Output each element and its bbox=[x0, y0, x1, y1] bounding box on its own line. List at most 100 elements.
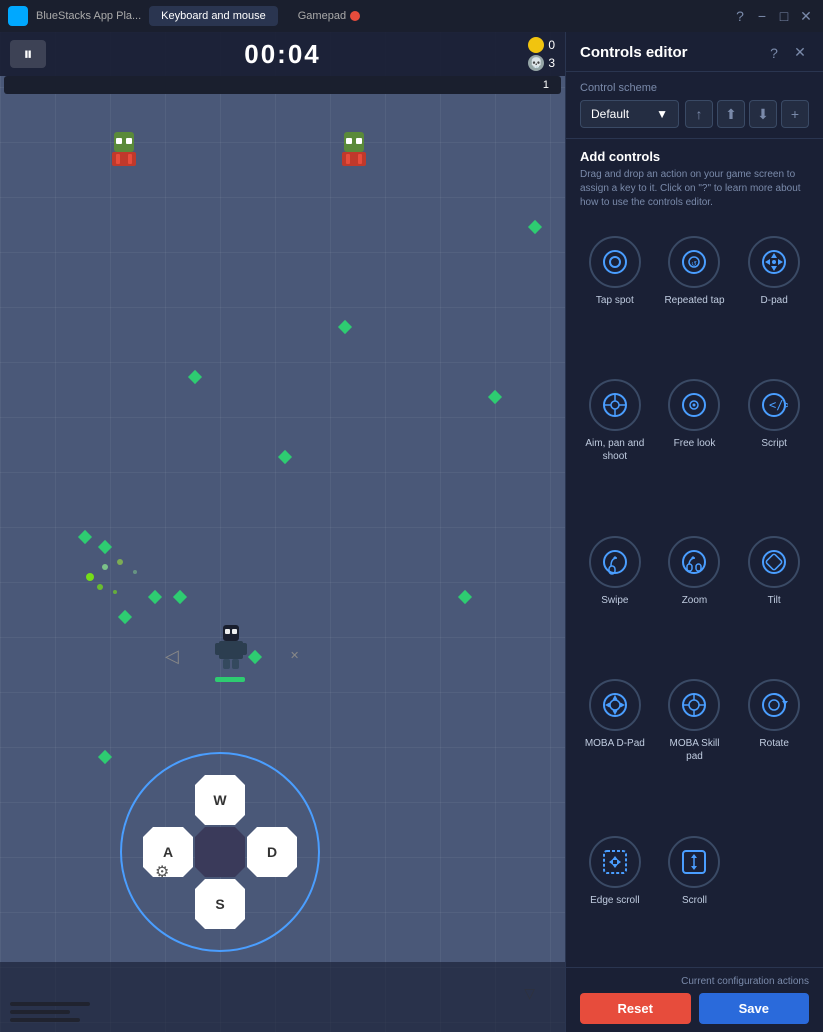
score-row-skulls: 💀 3 bbox=[528, 55, 555, 71]
main-area: ⏸ 00:04 0 💀 3 1 bbox=[0, 32, 823, 1032]
app-icon bbox=[8, 6, 28, 26]
swipe-icon-wrap bbox=[589, 536, 641, 588]
panel-title: Controls editor bbox=[580, 44, 688, 61]
bullet-particles bbox=[80, 547, 160, 612]
health-bar-track bbox=[4, 76, 561, 94]
health-label: 1 bbox=[543, 79, 549, 91]
dpad-right-button[interactable]: D bbox=[247, 827, 297, 877]
panel-footer: Current configuration actions Reset Save bbox=[566, 967, 823, 1032]
control-item-swipe[interactable]: Swipe bbox=[576, 526, 654, 667]
tap-spot-label: Tap spot bbox=[596, 294, 634, 307]
scheme-upload-button[interactable]: ↑ bbox=[685, 100, 713, 128]
player-character bbox=[215, 625, 247, 682]
coin-score: 0 bbox=[548, 38, 555, 52]
save-button[interactable]: Save bbox=[699, 993, 810, 1024]
pause-button[interactable]: ⏸ bbox=[10, 40, 46, 68]
skull-score: 3 bbox=[548, 56, 555, 70]
help-button[interactable]: ? bbox=[731, 8, 749, 25]
player-health-bar bbox=[215, 677, 245, 682]
free-look-label: Free look bbox=[674, 437, 716, 450]
arrow-left-indicator: ◁ bbox=[165, 646, 179, 667]
dpad-icon-wrap bbox=[748, 236, 800, 288]
maximize-button[interactable]: □ bbox=[775, 8, 793, 25]
app-title: BlueStacks App Pla... bbox=[36, 10, 141, 22]
control-item-dpad[interactable]: D-pad bbox=[735, 226, 813, 367]
controls-grid: Tap spot ↺ Repeated tap bbox=[566, 226, 823, 967]
aim-pan-shoot-icon-wrap bbox=[589, 379, 641, 431]
moba-skillpad-icon-wrap bbox=[668, 679, 720, 731]
rotate-icon-wrap bbox=[748, 679, 800, 731]
gamepad-status-dot bbox=[350, 11, 360, 21]
dpad-down-button[interactable]: S bbox=[195, 879, 245, 929]
footer-buttons: Reset Save bbox=[580, 993, 809, 1024]
script-icon-wrap: </> bbox=[748, 379, 800, 431]
game-bottom-bar bbox=[0, 962, 565, 1032]
panel-header: Controls editor ? ✕ bbox=[566, 32, 823, 72]
panel-header-icons: ? ✕ bbox=[765, 44, 809, 61]
control-item-moba-skillpad[interactable]: MOBA Skill pad bbox=[656, 669, 734, 823]
svg-text:</>: </> bbox=[769, 398, 788, 412]
dpad-center-button bbox=[195, 827, 245, 877]
tab-gamepad[interactable]: Gamepad bbox=[286, 6, 372, 26]
panel-close-button[interactable]: ✕ bbox=[791, 44, 809, 61]
control-item-repeated-tap[interactable]: ↺ Repeated tap bbox=[656, 226, 734, 367]
svg-text:↺: ↺ bbox=[692, 261, 698, 268]
controls-panel: Controls editor ? ✕ Control scheme Defau… bbox=[565, 32, 823, 1032]
control-item-free-look[interactable]: Free look bbox=[656, 369, 734, 523]
game-topbar: ⏸ 00:04 0 💀 3 bbox=[0, 32, 565, 76]
scheme-row: Default ▼ ↑ ⬆ ⬇ + bbox=[580, 100, 809, 128]
control-item-aim-pan-shoot[interactable]: Aim, pan and shoot bbox=[576, 369, 654, 523]
edge-scroll-label: Edge scroll bbox=[590, 894, 639, 907]
scheme-action-buttons: ↑ ⬆ ⬇ + bbox=[685, 100, 809, 128]
coin-icon bbox=[528, 37, 544, 53]
zoom-icon-wrap bbox=[668, 536, 720, 588]
scroll-icon-wrap bbox=[668, 836, 720, 888]
add-controls-title: Add controls bbox=[580, 149, 809, 164]
control-item-scroll[interactable]: Scroll bbox=[656, 826, 734, 967]
dpad-center: W A D S bbox=[143, 775, 297, 929]
zoom-label: Zoom bbox=[682, 594, 708, 607]
control-item-tap-spot[interactable]: Tap spot bbox=[576, 226, 654, 367]
panel-help-button[interactable]: ? bbox=[765, 45, 783, 61]
edge-scroll-icon-wrap bbox=[589, 836, 641, 888]
minimize-button[interactable]: − bbox=[753, 8, 771, 25]
scheme-add-button[interactable]: + bbox=[781, 100, 809, 128]
title-bar: BlueStacks App Pla... Keyboard and mouse… bbox=[0, 0, 823, 32]
control-item-rotate[interactable]: Rotate bbox=[735, 669, 813, 823]
moba-dpad-label: MOBA D-Pad bbox=[585, 737, 645, 750]
moba-dpad-icon-wrap bbox=[589, 679, 641, 731]
dpad-overlay[interactable]: W A D S bbox=[120, 752, 320, 952]
control-item-tilt[interactable]: Tilt bbox=[735, 526, 813, 667]
control-item-zoom[interactable]: Zoom bbox=[656, 526, 734, 667]
scroll-label: Scroll bbox=[682, 894, 707, 907]
repeated-tap-label: Repeated tap bbox=[664, 294, 724, 307]
add-controls-desc: Drag and drop an action on your game scr… bbox=[580, 168, 809, 210]
skull-icon: 💀 bbox=[528, 55, 544, 71]
tilt-label: Tilt bbox=[768, 594, 781, 607]
reset-button[interactable]: Reset bbox=[580, 993, 691, 1024]
scheme-select-dropdown[interactable]: Default ▼ bbox=[580, 100, 679, 128]
control-scheme-label: Control scheme bbox=[580, 82, 809, 94]
close-button[interactable]: ✕ bbox=[797, 8, 815, 25]
game-viewport[interactable]: ⏸ 00:04 0 💀 3 1 bbox=[0, 32, 565, 1032]
scheme-import-button[interactable]: ⬇ bbox=[749, 100, 777, 128]
score-icons: 0 💀 3 bbox=[528, 37, 555, 71]
control-item-moba-dpad[interactable]: MOBA D-Pad bbox=[576, 669, 654, 823]
current-config-label: Current configuration actions bbox=[580, 976, 809, 987]
dpad-up-button[interactable]: W bbox=[195, 775, 245, 825]
tap-spot-icon-wrap bbox=[589, 236, 641, 288]
window-controls: ? − □ ✕ bbox=[731, 8, 815, 25]
tab-keyboard[interactable]: Keyboard and mouse bbox=[149, 6, 278, 26]
rotate-label: Rotate bbox=[759, 737, 788, 750]
aim-pan-shoot-label: Aim, pan and shoot bbox=[582, 437, 648, 463]
control-scheme-section: Control scheme Default ▼ ↑ ⬆ ⬇ + bbox=[566, 72, 823, 139]
dpad-label: D-pad bbox=[761, 294, 788, 307]
scheme-export-button[interactable]: ⬆ bbox=[717, 100, 745, 128]
moba-skillpad-label: MOBA Skill pad bbox=[662, 737, 728, 763]
script-label: Script bbox=[761, 437, 787, 450]
settings-icon-game[interactable]: ⚙ bbox=[155, 862, 169, 882]
control-item-edge-scroll[interactable]: Edge scroll bbox=[576, 826, 654, 967]
free-look-icon-wrap bbox=[668, 379, 720, 431]
enemy-1 bbox=[110, 132, 138, 168]
control-item-script[interactable]: </> Script bbox=[735, 369, 813, 523]
